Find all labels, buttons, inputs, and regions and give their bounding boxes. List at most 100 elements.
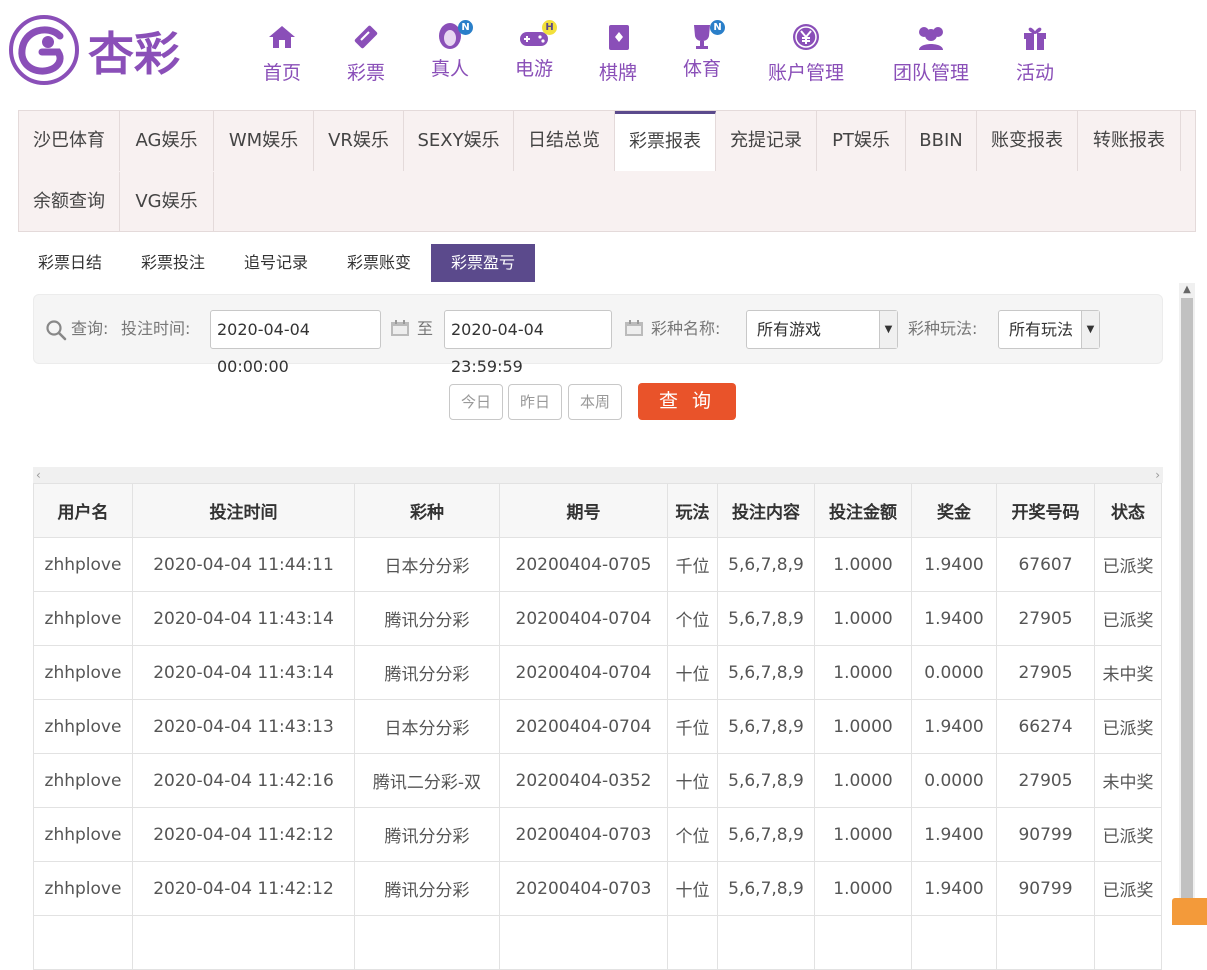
- nav-egames[interactable]: H 电游: [499, 20, 569, 81]
- col-lottery: 彩种: [354, 483, 500, 538]
- scroll-right-icon[interactable]: ›: [1155, 467, 1160, 483]
- calendar-icon[interactable]: [390, 319, 410, 337]
- nav-sports[interactable]: N 体育: [667, 20, 737, 81]
- cell-issue: 20200404-0704: [499, 591, 668, 646]
- vertical-scrollbar[interactable]: ▲: [1179, 283, 1195, 925]
- cell-lottery: 腾讯分分彩: [354, 645, 500, 700]
- col-bet-content: 投注内容: [717, 483, 815, 538]
- table-row: zhhplove 2020-04-04 11:42:12 腾讯分分彩 20200404…: [33, 807, 1162, 862]
- tab-daily-overview[interactable]: 日结总览: [514, 111, 615, 171]
- play-type-label: 彩种玩法:: [908, 319, 978, 338]
- cell-username: zhhplove: [33, 645, 133, 700]
- lottery-name-select[interactable]: 所有游戏 ▼: [746, 310, 898, 349]
- table-header-row: 用户名 投注时间 彩种 期号 玩法 投注内容 投注金额 奖金 开奖号码 状态: [33, 483, 1162, 538]
- tab-wm[interactable]: WM娱乐: [214, 111, 314, 171]
- tab-vr[interactable]: VR娱乐: [314, 111, 404, 171]
- this-week-button[interactable]: 本周: [568, 384, 622, 420]
- lottery-select-value: 所有游戏: [757, 320, 822, 339]
- cell-bet-content: 5,6,7,8,9: [717, 753, 815, 808]
- lottery-profit-table: 用户名 投注时间 彩种 期号 玩法 投注内容 投注金额 奖金 开奖号码 状态 z…: [33, 483, 1162, 970]
- new-badge: N: [458, 20, 473, 35]
- cell-bet-content: [717, 915, 815, 970]
- tab-transfer[interactable]: 转账报表: [1078, 111, 1181, 171]
- cell-prize: 1.9400: [911, 591, 997, 646]
- report-tabs: 沙巴体育 AG娱乐 WM娱乐 VR娱乐 SEXY娱乐 日结总览 彩票报表 充提记…: [18, 110, 1196, 232]
- cell-bet-amount: [814, 915, 912, 970]
- cell-username: zhhplove: [33, 591, 133, 646]
- tab-sexy[interactable]: SEXY娱乐: [404, 111, 514, 171]
- subtab-lottery-daily[interactable]: 彩票日结: [26, 244, 114, 282]
- play-select-value: 所有玩法: [1009, 320, 1074, 339]
- table-row: zhhplove 2020-04-04 11:42:12 腾讯分分彩 20200404…: [33, 861, 1162, 916]
- tab-deposit-withdraw[interactable]: 充提记录: [716, 111, 817, 171]
- horizontal-scrollbar[interactable]: ‹ ›: [33, 467, 1163, 483]
- play-type-select[interactable]: 所有玩法 ▼: [998, 310, 1100, 349]
- query-label: 查询:: [71, 319, 109, 338]
- cell-bet-content: 5,6,7,8,9: [717, 807, 815, 862]
- nav-label: 活动: [1015, 62, 1054, 84]
- tab-lottery-report[interactable]: 彩票报表: [615, 111, 716, 171]
- hot-badge: H: [542, 20, 557, 35]
- cell-prize: [911, 915, 997, 970]
- subtab-chase-records[interactable]: 追号记录: [232, 244, 320, 282]
- scroll-up-icon[interactable]: ▲: [1179, 283, 1195, 297]
- cell-bet-time: 2020-04-04 11:42:12: [132, 861, 355, 916]
- tab-ag[interactable]: AG娱乐: [120, 111, 214, 171]
- nav-team[interactable]: 团队管理: [887, 22, 975, 85]
- yesterday-button[interactable]: 昨日: [508, 384, 562, 420]
- scroll-left-icon[interactable]: ‹: [36, 467, 41, 483]
- cell-status: 已派奖: [1094, 537, 1162, 592]
- end-time-input[interactable]: 2020-04-04 23:59:59: [444, 310, 612, 376]
- nav-live[interactable]: N 真人: [415, 20, 485, 81]
- cell-username: [33, 915, 133, 970]
- nav-home[interactable]: 首页: [247, 22, 317, 85]
- query-panel: 查询: 投注时间: 2020-04-04 00:00:00 至 2020-04-…: [33, 294, 1163, 376]
- cell-lottery: 日本分分彩: [354, 699, 500, 754]
- site-logo[interactable]: 杏彩: [8, 14, 198, 86]
- nav-label: 首页: [262, 62, 301, 84]
- cell-bet-amount: 1.0000: [814, 861, 912, 916]
- ticket-icon: [354, 25, 378, 49]
- nav-label: 账户管理: [767, 62, 844, 84]
- cell-prize: 0.0000: [911, 753, 997, 808]
- cell-bet-time: 2020-04-04 11:43:14: [132, 645, 355, 700]
- cell-bet-content: 5,6,7,8,9: [717, 591, 815, 646]
- scrollbar-thumb[interactable]: [1181, 298, 1193, 925]
- start-time-input[interactable]: 2020-04-04 00:00:00: [210, 310, 381, 376]
- home-icon: [269, 26, 295, 48]
- cell-draw-number: 66274: [996, 699, 1095, 754]
- cell-play: 个位: [667, 591, 718, 646]
- tab-vg[interactable]: VG娱乐: [120, 172, 214, 232]
- subtab-lottery-bets[interactable]: 彩票投注: [129, 244, 217, 282]
- tab-bbin[interactable]: BBIN: [906, 111, 977, 171]
- cell-draw-number: 27905: [996, 591, 1095, 646]
- search-button[interactable]: 查 询: [638, 383, 736, 420]
- calendar-icon[interactable]: [624, 319, 644, 337]
- bet-time-label: 投注时间:: [121, 319, 191, 338]
- cell-issue: 20200404-0703: [499, 861, 668, 916]
- nav-account[interactable]: 账户管理: [762, 22, 850, 85]
- floating-service-button[interactable]: [1172, 898, 1207, 925]
- cell-lottery: 腾讯分分彩: [354, 807, 500, 862]
- today-button[interactable]: 今日: [449, 384, 503, 420]
- table-row: zhhplove 2020-04-04 11:42:16 腾讯二分彩-双 202004…: [33, 753, 1162, 808]
- nav-chess[interactable]: 棋牌: [583, 22, 653, 85]
- tab-balance[interactable]: 余额查询: [19, 172, 120, 232]
- site-header: 杏彩 首页 彩票 N 真人 H 电游 棋牌 N 体育 账户管理 团队管理 活动: [0, 0, 1207, 110]
- cell-issue: [499, 915, 668, 970]
- cards-icon: [609, 25, 629, 50]
- subtab-lottery-profit[interactable]: 彩票盈亏: [431, 244, 535, 282]
- tab-account-change[interactable]: 账变报表: [977, 111, 1078, 171]
- subtab-lottery-changes[interactable]: 彩票账变: [335, 244, 423, 282]
- tab-pt[interactable]: PT娱乐: [817, 111, 906, 171]
- cell-bet-content: 5,6,7,8,9: [717, 537, 815, 592]
- cell-bet-amount: 1.0000: [814, 807, 912, 862]
- nav-lottery[interactable]: 彩票: [331, 22, 401, 85]
- cell-lottery: 日本分分彩: [354, 537, 500, 592]
- cell-status: 已派奖: [1094, 699, 1162, 754]
- tab-saba-sports[interactable]: 沙巴体育: [19, 111, 120, 171]
- nav-label: 棋牌: [598, 62, 637, 84]
- cell-issue: 20200404-0352: [499, 753, 668, 808]
- cell-issue: 20200404-0704: [499, 645, 668, 700]
- nav-promo[interactable]: 活动: [1000, 22, 1070, 85]
